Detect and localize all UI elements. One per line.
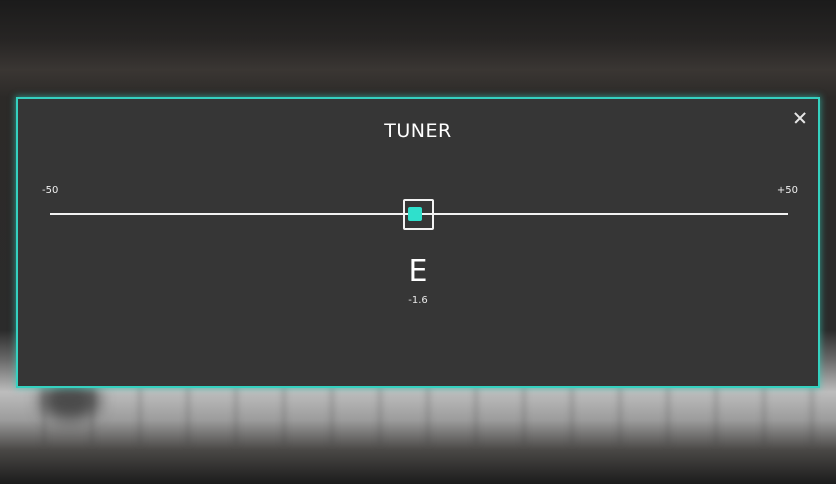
cents-offset: -1.6 xyxy=(408,295,428,306)
background-keyboard xyxy=(0,385,836,445)
tuner-dialog: TUNER -50 +50 E -1.6 xyxy=(16,97,820,388)
scale-max-label: +50 xyxy=(776,185,798,196)
close-icon[interactable] xyxy=(792,110,808,126)
scale-min-label: -50 xyxy=(42,185,59,196)
dialog-title: TUNER xyxy=(384,120,452,142)
pitch-indicator xyxy=(407,207,422,221)
note-name: E xyxy=(408,254,428,289)
